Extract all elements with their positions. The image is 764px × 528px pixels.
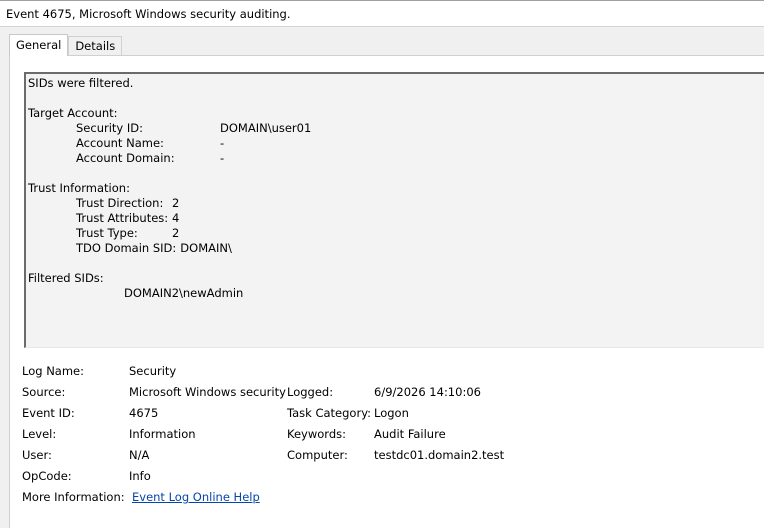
account-name-row: Account Name: - xyxy=(28,136,764,151)
task-category-label: Task Category: xyxy=(287,406,372,420)
filtered-sid-value: DOMAIN2\newAdmin xyxy=(124,286,244,300)
keywords-label: Keywords: xyxy=(287,427,346,441)
opcode-row: OpCode: Info xyxy=(22,469,762,490)
computer-value: testdc01.domain2.test xyxy=(374,448,505,462)
tdo-domain-sid-row: TDO Domain SID: DOMAIN\ xyxy=(28,241,764,256)
task-category-value: Logon xyxy=(374,406,409,420)
opcode-value: Info xyxy=(129,469,151,483)
tab-details[interactable]: Details xyxy=(68,36,123,56)
general-tab-panel: SIDs were filtered. Target Account: Secu… xyxy=(9,55,764,528)
account-name-value: - xyxy=(220,136,225,150)
source-value: Microsoft Windows security xyxy=(129,385,286,399)
security-id-value: DOMAIN\user01 xyxy=(220,121,312,135)
account-domain-value: - xyxy=(220,151,225,165)
level-label: Level: xyxy=(22,427,57,441)
trust-attributes-value: 4 xyxy=(172,211,180,225)
source-label: Source: xyxy=(22,385,66,399)
tdo-domain-sid-value: DOMAIN\ xyxy=(180,241,232,255)
keywords-value: Audit Failure xyxy=(374,427,446,441)
description-summary: SIDs were filtered. xyxy=(28,76,134,90)
user-value: N/A xyxy=(129,448,150,462)
event-description-textbox[interactable]: SIDs were filtered. Target Account: Secu… xyxy=(24,72,764,348)
computer-label: Computer: xyxy=(287,448,348,462)
trust-attributes-label: Trust Attributes: xyxy=(76,211,169,225)
target-account-heading: Target Account: xyxy=(28,106,118,120)
logged-label: Logged: xyxy=(287,385,334,399)
tdo-domain-sid-label: TDO Domain SID: xyxy=(76,241,177,255)
tab-general[interactable]: General xyxy=(9,34,69,56)
event-id-value: 4675 xyxy=(129,406,159,420)
event-id-row: Event ID: 4675 Task Category: Logon xyxy=(22,406,762,427)
level-row: Level: Information Keywords: Audit Failu… xyxy=(22,427,762,448)
trust-type-label: Trust Type: xyxy=(76,226,138,240)
event-id-label: Event ID: xyxy=(22,406,75,420)
tab-strip: General Details xyxy=(9,34,123,56)
trust-direction-row: Trust Direction: 2 xyxy=(28,196,764,211)
log-name-label: Log Name: xyxy=(22,364,84,378)
trust-type-value: 2 xyxy=(172,226,180,240)
filtered-sids-heading: Filtered SIDs: xyxy=(28,271,104,285)
security-id-label: Security ID: xyxy=(76,121,144,135)
more-information-row: More Information: Event Log Online Help xyxy=(22,490,762,511)
account-name-label: Account Name: xyxy=(76,136,164,150)
window-title: Event 4675, Microsoft Windows security a… xyxy=(0,0,764,27)
event-log-online-help-link[interactable]: Event Log Online Help xyxy=(132,490,260,504)
log-name-value: Security xyxy=(129,364,177,378)
trust-type-row: Trust Type: 2 xyxy=(28,226,764,241)
trust-direction-label: Trust Direction: xyxy=(76,196,164,210)
event-properties-grid: Log Name: Security Source: Microsoft Win… xyxy=(22,364,762,511)
account-domain-row: Account Domain: - xyxy=(28,151,764,166)
user-row: User: N/A Computer: testdc01.domain2.tes… xyxy=(22,448,762,469)
level-value: Information xyxy=(129,427,196,441)
trust-attributes-row: Trust Attributes: 4 xyxy=(28,211,764,226)
opcode-label: OpCode: xyxy=(22,469,72,483)
user-label: User: xyxy=(22,448,52,462)
logged-value: 6/9/2026 14:10:06 xyxy=(374,385,481,399)
trust-direction-value: 2 xyxy=(172,196,180,210)
more-information-label: More Information: xyxy=(22,490,125,504)
trust-information-heading: Trust Information: xyxy=(28,181,130,195)
log-name-row: Log Name: Security xyxy=(22,364,762,385)
source-row: Source: Microsoft Windows security Logge… xyxy=(22,385,762,406)
account-domain-label: Account Domain: xyxy=(76,151,175,165)
security-id-row: Security ID: DOMAIN\user01 xyxy=(28,121,764,136)
